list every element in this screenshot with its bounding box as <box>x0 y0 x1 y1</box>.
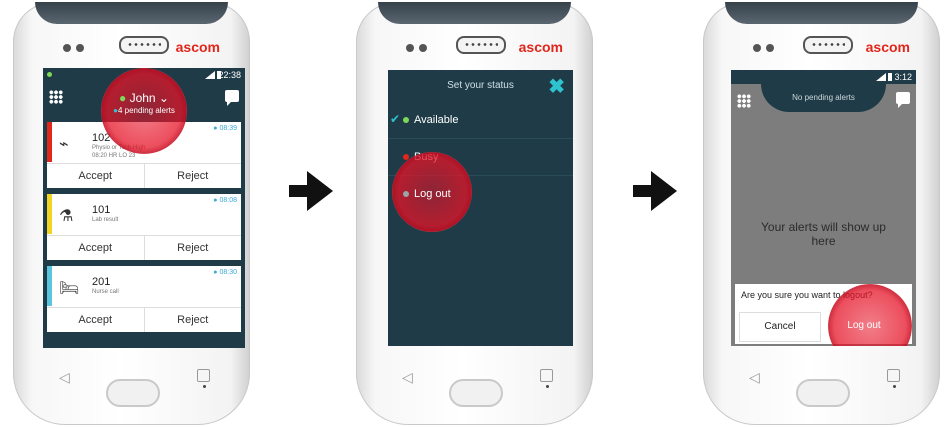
arrow-right-icon <box>633 185 652 197</box>
alert-card[interactable]: ⚗ 101 Lab result ● 08:08 Accept Reject <box>47 194 241 260</box>
status-time: 3:12 <box>894 72 912 82</box>
logout-button[interactable]: Log out <box>824 312 904 340</box>
accept-button[interactable]: Accept <box>47 164 144 188</box>
android-nav-bar: ◁ <box>356 357 593 407</box>
empty-state-message: Your alerts will show up here <box>761 220 886 248</box>
app-grid-icon[interactable] <box>737 94 751 108</box>
alert-list: ⌁ 102 Physio or Tech High 08:20 HR LO 23 … <box>47 122 241 338</box>
pending-alerts-count: ●4 pending alerts <box>113 106 175 115</box>
app-grid-icon[interactable] <box>49 90 63 104</box>
phone-1: ascom 22:38 ⌁ 102 Physio or Tech High 08:… <box>13 2 250 425</box>
sensor-dot <box>893 385 896 388</box>
heartbeat-icon: ⌁ <box>59 136 69 153</box>
recent-apps-icon[interactable] <box>887 369 900 382</box>
reject-button[interactable]: Reject <box>143 236 242 260</box>
status-dot-icon <box>403 191 409 197</box>
alert-number: 101 <box>92 204 111 216</box>
status-dot-icon <box>403 117 409 123</box>
status-option-label: Available <box>414 114 459 126</box>
sensor-dot <box>766 44 774 52</box>
alert-description: Lab result <box>92 217 119 223</box>
status-option-logout[interactable]: Log out <box>388 176 573 212</box>
home-button[interactable] <box>796 379 850 407</box>
priority-bar <box>47 266 52 306</box>
close-icon[interactable]: ✖ <box>548 74 565 99</box>
back-icon[interactable]: ◁ <box>59 369 70 386</box>
speaker-grille <box>803 36 853 54</box>
chat-icon[interactable] <box>225 90 239 106</box>
arrow-right-icon <box>289 185 308 197</box>
status-bar: 3:12 <box>731 70 916 84</box>
reject-button[interactable]: Reject <box>143 308 242 332</box>
phone-top-bezel <box>725 2 918 24</box>
back-icon[interactable]: ◁ <box>749 369 760 386</box>
no-alerts-header: No pending alerts <box>761 84 886 112</box>
alert-description: Nurse call <box>92 289 119 295</box>
alert-card[interactable]: 🛏 201 Nurse call ● 08:30 Accept Reject <box>47 266 241 332</box>
signal-icon <box>205 71 215 79</box>
sensor-dot <box>406 44 414 52</box>
alert-time: ● 08:39 <box>213 125 237 132</box>
bed-icon: 🛏 <box>59 280 80 297</box>
home-button[interactable] <box>106 379 160 407</box>
priority-bar <box>47 122 52 162</box>
battery-icon <box>888 73 892 81</box>
flask-icon: ⚗ <box>59 208 74 225</box>
back-icon[interactable]: ◁ <box>402 369 413 386</box>
arrow-right-icon-head <box>651 171 677 211</box>
sensor-dot <box>753 44 761 52</box>
brand-logo: ascom <box>518 39 563 55</box>
alert-number: 201 <box>92 276 111 288</box>
user-status-button[interactable]: ● John ⌄ ●4 pending alerts <box>101 82 187 122</box>
status-dot-icon <box>47 72 52 77</box>
alert-time: ● 08:08 <box>213 197 237 204</box>
status-option-label: Log out <box>414 188 451 200</box>
phone-screen: 3:12 No pending alerts Your alerts will … <box>731 70 916 346</box>
reject-button[interactable]: Reject <box>143 164 242 188</box>
brand-logo: ascom <box>865 39 910 55</box>
user-name: ● John ⌄ <box>118 91 169 105</box>
speaker-grille <box>119 36 169 54</box>
status-dialog-title: Set your status <box>447 80 514 91</box>
recent-apps-icon[interactable] <box>197 369 210 382</box>
logout-confirm-dialog: Are you sure you want to logout? Cancel … <box>735 284 912 346</box>
sensor-dot <box>546 385 549 388</box>
brand-logo: ascom <box>175 39 220 55</box>
android-nav-bar: ◁ <box>13 357 250 407</box>
speaker-grille <box>456 36 506 54</box>
chat-icon[interactable] <box>896 92 910 108</box>
accept-button[interactable]: Accept <box>47 308 144 332</box>
alert-time: ● 08:30 <box>213 269 237 276</box>
cancel-button[interactable]: Cancel <box>739 312 821 342</box>
signal-icon <box>876 73 886 81</box>
phone-top-bezel <box>378 2 571 24</box>
sensor-dot <box>63 44 71 52</box>
phone-3: ascom 3:12 No pending alerts Your alerts… <box>703 2 940 425</box>
phone-screen: 22:38 ⌁ 102 Physio or Tech High 08:20 HR … <box>43 68 245 348</box>
phone-screen: Set your status ✖ ✔ Available Busy Log o… <box>388 70 573 346</box>
arrow-right-icon-head <box>307 171 333 211</box>
accept-button[interactable]: Accept <box>47 236 144 260</box>
phone-top-bezel <box>35 2 228 24</box>
android-nav-bar: ◁ <box>703 357 940 407</box>
phone-2: ascom Set your status ✖ ✔ Available Busy… <box>356 2 593 425</box>
recent-apps-icon[interactable] <box>540 369 553 382</box>
sensor-dot <box>203 385 206 388</box>
sensor-dot <box>76 44 84 52</box>
status-time: 22:38 <box>218 70 241 80</box>
home-button[interactable] <box>449 379 503 407</box>
priority-bar <box>47 194 52 234</box>
status-option-available[interactable]: ✔ Available <box>388 102 573 139</box>
checkmark-icon: ✔ <box>390 112 401 126</box>
sensor-dot <box>419 44 427 52</box>
